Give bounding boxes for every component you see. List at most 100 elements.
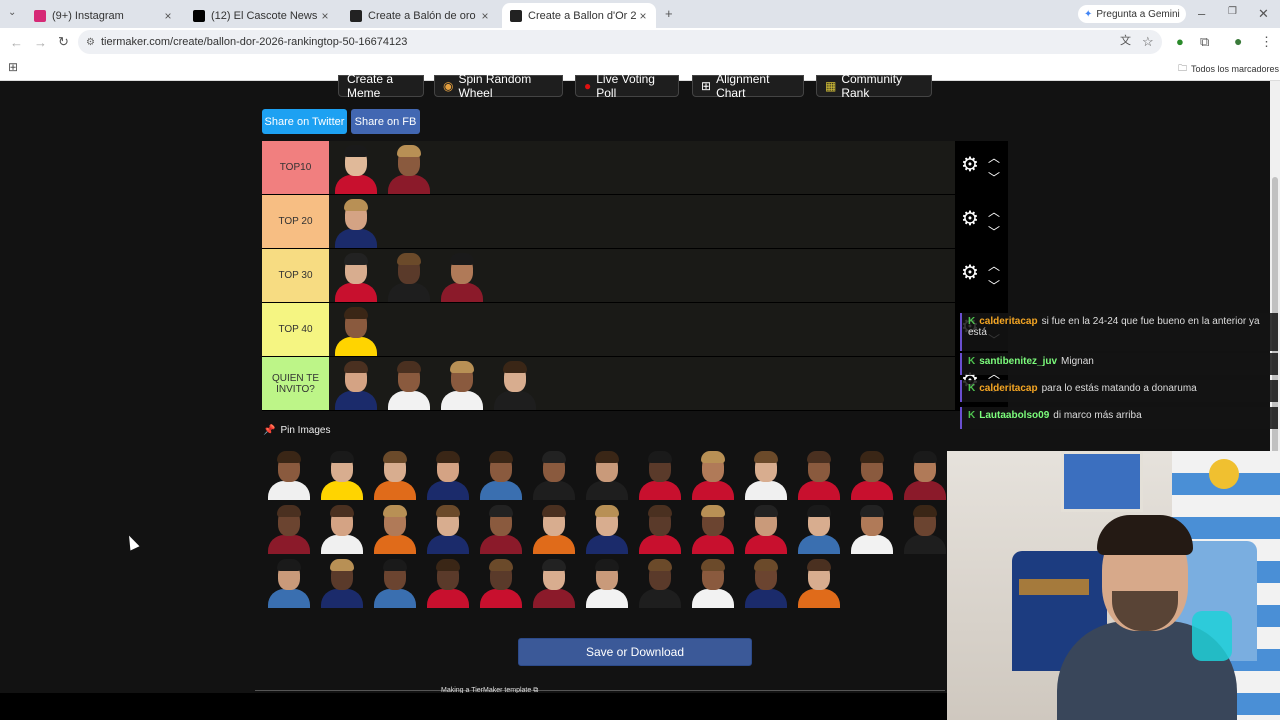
forward-icon[interactable]: →: [34, 36, 47, 49]
player-thumbnail[interactable]: [382, 249, 435, 302]
tier-row[interactable]: TOP10: [262, 141, 955, 195]
tier-label[interactable]: TOP 20: [262, 195, 329, 248]
unranked-player-thumbnail[interactable]: [792, 555, 845, 608]
minimize-icon[interactable]: –: [1198, 7, 1205, 20]
maximize-icon[interactable]: ❐: [1228, 7, 1237, 17]
unranked-player-thumbnail[interactable]: [474, 447, 527, 500]
live-voting-button[interactable]: ● Live Voting Poll: [575, 72, 679, 100]
browser-tab-0[interactable]: (9+) Instagram ×: [26, 3, 181, 28]
browser-tab-2[interactable]: Create a Balón de oro 2026 Tier...×: [342, 3, 498, 28]
unranked-player-thumbnail[interactable]: [686, 501, 739, 554]
tier-row[interactable]: TOP 30: [262, 249, 955, 303]
unranked-player-thumbnail[interactable]: [262, 447, 315, 500]
move-tier-down-icon[interactable]: ﹀: [988, 172, 1000, 184]
move-tier-up-icon[interactable]: ︿: [988, 206, 1000, 218]
unranked-player-thumbnail[interactable]: [315, 501, 368, 554]
unranked-player-thumbnail[interactable]: [474, 501, 527, 554]
share-fb-button[interactable]: Share on FB: [351, 109, 420, 134]
url-field[interactable]: ⚙ tiermaker.com/create/ballon-dor-2026-r…: [78, 30, 1162, 54]
unranked-player-thumbnail[interactable]: [792, 447, 845, 500]
unranked-player-thumbnail[interactable]: [368, 447, 421, 500]
site-info-icon[interactable]: ⚙: [86, 37, 95, 48]
unranked-player-thumbnail[interactable]: [739, 447, 792, 500]
alignment-chart-button[interactable]: ⊞ Alignment Chart: [692, 72, 804, 100]
unranked-player-thumbnail[interactable]: [421, 501, 474, 554]
unranked-player-thumbnail[interactable]: [527, 501, 580, 554]
create-meme-button[interactable]: Create a Meme: [338, 72, 424, 100]
unranked-player-thumbnail[interactable]: [633, 447, 686, 500]
player-thumbnail[interactable]: [329, 195, 382, 248]
move-tier-down-icon[interactable]: ﹀: [988, 226, 1000, 238]
unranked-player-thumbnail[interactable]: [421, 447, 474, 500]
unranked-player-thumbnail[interactable]: [368, 501, 421, 554]
unranked-player-thumbnail[interactable]: [527, 555, 580, 608]
extension-icon[interactable]: ●: [1176, 35, 1184, 48]
unranked-player-thumbnail[interactable]: [845, 501, 898, 554]
unranked-player-thumbnail[interactable]: [845, 447, 898, 500]
player-thumbnail[interactable]: [382, 141, 435, 194]
unranked-player-thumbnail[interactable]: [527, 447, 580, 500]
tier-images[interactable]: [329, 141, 435, 194]
unranked-player-thumbnail[interactable]: [686, 555, 739, 608]
unranked-player-thumbnail[interactable]: [686, 447, 739, 500]
unranked-player-thumbnail[interactable]: [421, 555, 474, 608]
new-tab-icon[interactable]: +: [665, 7, 673, 20]
tab-close-icon[interactable]: ×: [478, 9, 492, 23]
save-download-button[interactable]: Save or Download: [518, 638, 752, 666]
player-thumbnail[interactable]: [435, 357, 488, 410]
unranked-player-thumbnail[interactable]: [580, 447, 633, 500]
all-bookmarks-folder[interactable]: 🗀 Todos los marcadores: [1178, 61, 1279, 77]
tier-label[interactable]: TOP10: [262, 141, 329, 194]
menu-dots-icon[interactable]: ⋮: [1260, 35, 1273, 48]
unranked-player-thumbnail[interactable]: [368, 555, 421, 608]
back-icon[interactable]: ←: [10, 36, 23, 49]
unranked-player-thumbnail[interactable]: [739, 555, 792, 608]
unranked-player-thumbnail[interactable]: [792, 501, 845, 554]
tab-close-icon[interactable]: ×: [318, 9, 332, 23]
player-thumbnail[interactable]: [329, 141, 382, 194]
translate-icon[interactable]: 文: [1120, 36, 1131, 47]
tab-close-icon[interactable]: ×: [636, 9, 650, 23]
community-rank-button[interactable]: ▦ Community Rank: [816, 72, 932, 100]
move-tier-down-icon[interactable]: ﹀: [988, 280, 1000, 292]
extensions-puzzle-icon[interactable]: ⧉: [1200, 35, 1209, 48]
tier-settings-gear-icon[interactable]: ⚙: [959, 154, 981, 176]
unranked-player-thumbnail[interactable]: [633, 501, 686, 554]
share-twitter-button[interactable]: Share on Twitter: [262, 109, 347, 134]
close-window-icon[interactable]: ✕: [1258, 7, 1269, 20]
tab-close-icon[interactable]: ×: [161, 9, 175, 23]
player-thumbnail[interactable]: [435, 249, 488, 302]
player-thumbnail[interactable]: [488, 357, 541, 410]
unranked-player-thumbnail[interactable]: [580, 555, 633, 608]
browser-tab-1[interactable]: (12) El Cascote News (@ElCasco...×: [185, 3, 338, 28]
unranked-player-thumbnail[interactable]: [633, 555, 686, 608]
unranked-player-thumbnail[interactable]: [474, 555, 527, 608]
browser-tab-3[interactable]: Create a Ballon d'Or 2026 Rank...×: [502, 3, 656, 28]
reload-icon[interactable]: ↻: [58, 35, 69, 48]
unranked-player-thumbnail[interactable]: [898, 447, 951, 500]
tab-list-icon[interactable]: ⌄: [8, 8, 16, 18]
tier-row[interactable]: QUIEN TE INVITO?: [262, 357, 955, 411]
tier-label[interactable]: TOP 30: [262, 249, 329, 302]
unranked-player-thumbnail[interactable]: [580, 501, 633, 554]
tier-images[interactable]: [329, 195, 382, 248]
pin-images-toggle[interactable]: 📌 Pin Images: [263, 425, 330, 436]
move-tier-up-icon[interactable]: ︿: [988, 260, 1000, 272]
unranked-player-thumbnail[interactable]: [315, 555, 368, 608]
unranked-player-thumbnail[interactable]: [739, 501, 792, 554]
gemini-button[interactable]: ✦ Pregunta a Gemini: [1078, 5, 1186, 23]
tier-row[interactable]: TOP 20: [262, 195, 955, 249]
profile-avatar-icon[interactable]: ●: [1234, 34, 1242, 48]
unranked-player-thumbnail[interactable]: [262, 501, 315, 554]
tier-images[interactable]: [329, 357, 541, 410]
apps-grid-icon[interactable]: ⊞: [8, 61, 18, 73]
tier-label[interactable]: TOP 40: [262, 303, 329, 356]
unranked-player-thumbnail[interactable]: [262, 555, 315, 608]
player-thumbnail[interactable]: [329, 249, 382, 302]
tier-row[interactable]: TOP 40: [262, 303, 955, 357]
bookmark-star-icon[interactable]: ☆: [1142, 35, 1154, 48]
tier-settings-gear-icon[interactable]: ⚙: [959, 262, 981, 284]
unranked-player-thumbnail[interactable]: [315, 447, 368, 500]
player-thumbnail[interactable]: [329, 303, 382, 356]
spin-wheel-button[interactable]: ◉ Spin Random Wheel: [434, 72, 563, 100]
